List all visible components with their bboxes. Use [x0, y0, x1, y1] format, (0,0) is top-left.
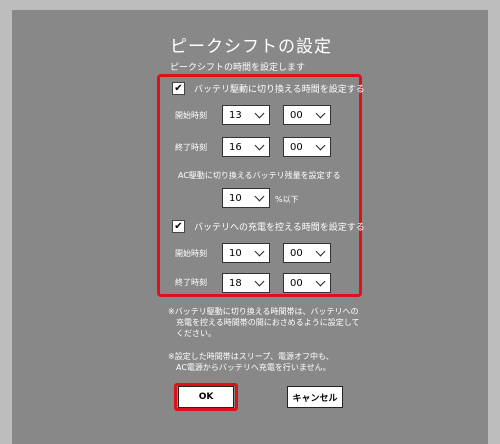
- battery-end-minute-value: 00: [290, 141, 303, 153]
- charge-start-minute-value: 00: [290, 247, 303, 259]
- battery-start-minute-value: 00: [290, 109, 303, 121]
- battery-start-hour-select[interactable]: 13: [222, 105, 270, 125]
- charge-end-hour-select[interactable]: 18: [222, 273, 270, 293]
- battery-start-minute-select[interactable]: 00: [283, 105, 331, 125]
- charge-start-hour-select[interactable]: 10: [222, 243, 270, 263]
- ok-button[interactable]: OK: [178, 386, 234, 408]
- chevron-down-icon: [254, 108, 265, 118]
- chevron-down-icon: [254, 140, 265, 150]
- battery-drive-checkbox-row[interactable]: ✔ バッテリ駆動に切り換える時間を設定する: [172, 82, 365, 95]
- note-line: AC電源からバッテリへ充電を行いません。: [176, 363, 331, 372]
- charge-end-hour-value: 18: [229, 277, 242, 289]
- chevron-down-icon: [254, 246, 265, 256]
- battery-end-hour-select[interactable]: 16: [222, 137, 270, 157]
- battery-percent-select[interactable]: 10: [222, 188, 270, 208]
- battery-drive-checkbox-label: バッテリ駆動に切り換える時間を設定する: [194, 85, 365, 95]
- battery-start-hour-value: 13: [229, 109, 242, 121]
- charge-start-hour-value: 10: [229, 247, 242, 259]
- chevron-down-icon: [254, 191, 265, 201]
- note-line: ※設定した時間帯はスリープ、電源オフ中も、: [168, 352, 334, 361]
- battery-drive-checkbox[interactable]: ✔: [172, 82, 185, 95]
- battery-end-minute-select[interactable]: 00: [283, 137, 331, 157]
- charge-start-time-label: 開始時刻: [175, 249, 207, 258]
- charge-end-time-label: 終了時刻: [175, 278, 207, 287]
- checkmark-icon: ✔: [174, 220, 183, 232]
- chevron-down-icon: [315, 276, 326, 286]
- battery-end-time-label: 終了時刻: [175, 143, 207, 152]
- chevron-down-icon: [254, 276, 265, 286]
- charge-control-checkbox-label: バッテリへの充電を控える時間を設定する: [194, 223, 365, 233]
- charge-control-checkbox[interactable]: ✔: [172, 220, 185, 233]
- charge-start-minute-select[interactable]: 00: [283, 243, 331, 263]
- chevron-down-icon: [315, 140, 326, 150]
- charge-end-minute-select[interactable]: 00: [283, 273, 331, 293]
- chevron-down-icon: [315, 108, 326, 118]
- dialog-background: ピークシフトの設定 ピークシフトの時間を設定します ✔ バッテリ駆動に切り換える…: [0, 0, 500, 444]
- battery-percent-value: 10: [229, 192, 242, 204]
- checkmark-icon: ✔: [174, 82, 183, 94]
- charge-window-note: ※バッテリ駆動に切り換える時間帯は、バッテリへの 充電を控える時間帯の間におさめ…: [168, 306, 368, 339]
- note-line: ください。: [176, 329, 216, 338]
- dialog-subtitle: ピークシフトの時間を設定します: [170, 63, 306, 73]
- battery-end-hour-value: 16: [229, 141, 242, 153]
- sleep-charge-note: ※設定した時間帯はスリープ、電源オフ中も、 AC電源からバッテリへ充電を行いませ…: [168, 351, 368, 373]
- ac-switch-threshold-label: AC駆動に切り換えるバッテリ残量を設定する: [178, 171, 341, 180]
- chevron-down-icon: [315, 246, 326, 256]
- dialog-title: ピークシフトの設定: [170, 37, 332, 57]
- note-line: 充電を控える時間帯の間におさめるように設定して: [176, 318, 360, 327]
- note-line: ※バッテリ駆動に切り換える時間帯は、バッテリへの: [168, 307, 359, 316]
- percent-suffix: %以下: [275, 195, 299, 204]
- cancel-button[interactable]: キャンセル: [287, 386, 343, 408]
- charge-control-checkbox-row[interactable]: ✔ バッテリへの充電を控える時間を設定する: [172, 220, 365, 233]
- battery-start-time-label: 開始時刻: [175, 111, 207, 120]
- charge-end-minute-value: 00: [290, 277, 303, 289]
